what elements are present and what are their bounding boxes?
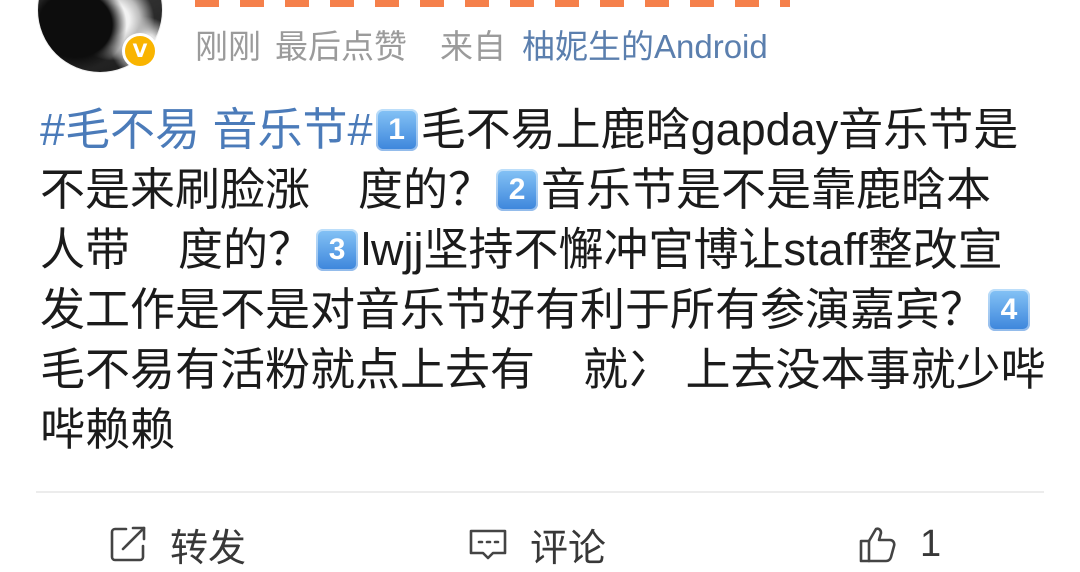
body-text: 音乐节是不是靠鹿晗本 xyxy=(541,164,992,215)
body-text: 毛不易有活粉就点上去有 xyxy=(40,344,536,395)
like-button[interactable]: 1 xyxy=(856,520,941,568)
body-text: 度的？ xyxy=(178,224,314,275)
divider xyxy=(36,491,1044,493)
comment-label: 评论 xyxy=(530,527,607,570)
post-time: 刚刚 xyxy=(195,28,261,65)
body-text: 人带 xyxy=(40,224,131,275)
repost-icon xyxy=(106,522,150,566)
source-link[interactable]: 柚妮生的Android xyxy=(522,27,768,67)
source-prefix: 来自 xyxy=(440,28,506,65)
fire-emoji xyxy=(312,168,356,212)
body-text: 度的？ xyxy=(358,164,494,215)
topic-link[interactable]: #毛不易 音乐节# xyxy=(40,100,373,160)
keycap-emoji: 4 xyxy=(988,289,1031,331)
body-line: 哔赖赖 xyxy=(40,400,1070,460)
like-count: 1 xyxy=(920,522,942,565)
body-line: 发工作是不是对音乐节好有利于所有参演嘉宾？ 4 xyxy=(40,280,1070,340)
body-line: #毛不易 音乐节# 1 毛不易上鹿晗gapday音乐节是 xyxy=(40,100,1070,160)
body-line: 人带 度的？ 3 lwjj坚持不懈冲官博让staff整改宣 xyxy=(40,220,1070,280)
keycap-emoji: 1 xyxy=(375,109,418,151)
keycap-emoji: 2 xyxy=(496,169,539,211)
post-body: #毛不易 音乐节# 1 毛不易上鹿晗gapday音乐节是 不是来刷脸涨 度的？ … xyxy=(40,100,1070,460)
repost-label: 转发 xyxy=(170,527,247,570)
money-with-wings-emoji xyxy=(537,348,581,392)
keycap-digit: 4 xyxy=(1000,293,1018,326)
post-status: 最后点赞 xyxy=(275,28,407,65)
username-clipped[interactable] xyxy=(195,0,790,7)
body-text: 就冫 上去没本事就少哔 xyxy=(583,344,1046,395)
fire-emoji xyxy=(132,228,176,272)
body-line: 不是来刷脸涨 度的？ 2 音乐节是不是靠鹿晗本 xyxy=(40,160,1070,220)
body-text: 不是来刷脸涨 xyxy=(40,164,311,215)
keycap-digit: 1 xyxy=(388,113,405,146)
keycap-digit: 3 xyxy=(328,233,346,266)
keycap-emoji: 3 xyxy=(316,229,359,271)
keycap-digit: 2 xyxy=(508,173,526,206)
verified-badge-icon: V xyxy=(122,33,158,69)
comment-button[interactable]: 评论 xyxy=(466,520,606,570)
repost-button[interactable]: 转发 xyxy=(106,520,246,570)
body-text: 发工作是不是对音乐节好有利于所有参演嘉宾？ xyxy=(40,284,986,335)
comment-icon xyxy=(466,522,510,566)
thumbs-up-icon xyxy=(856,522,900,566)
body-text: 毛不易上鹿晗gapday音乐节是 xyxy=(420,104,1019,155)
post-meta: 刚刚 最后点赞 来自 柚妮生的Android xyxy=(195,27,768,67)
body-line: 毛不易有活粉就点上去有 就冫 上去没本事就少哔 xyxy=(40,340,1070,400)
body-text: 哔赖赖 xyxy=(40,404,176,455)
body-text: lwjj坚持不懈冲官博让staff整改宣 xyxy=(361,224,1003,275)
